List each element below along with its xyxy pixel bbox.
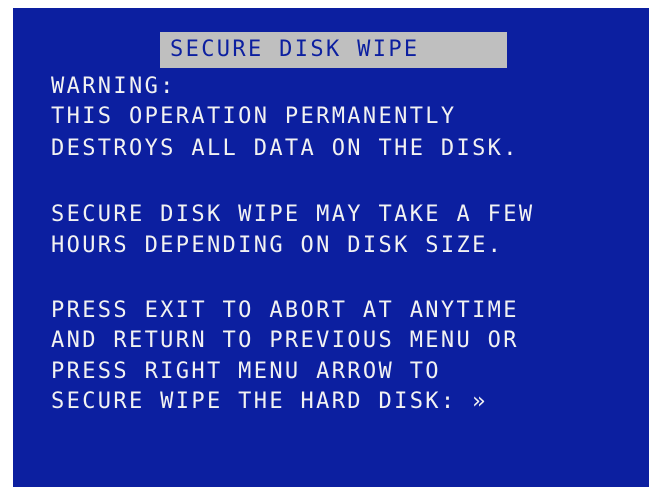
instruction-line-3: PRESS RIGHT MENU ARROW TO (51, 359, 441, 384)
warning-line-1: THIS OPERATION PERMANENTLY (51, 104, 457, 129)
warning-line-2: DESTROYS ALL DATA ON THE DISK. (51, 136, 519, 161)
duration-line-2: HOURS DEPENDING ON DISK SIZE. (51, 233, 504, 258)
confirm-prompt[interactable]: SECURE WIPE THE HARD DISK: » (51, 389, 488, 415)
instruction-line-2: AND RETURN TO PREVIOUS MENU OR (51, 328, 519, 353)
duration-line-1: SECURE DISK WIPE MAY TAKE A FEW (51, 202, 535, 227)
instruction-line-1: PRESS EXIT TO ABORT AT ANYTIME (51, 298, 519, 323)
warning-label: WARNING: (51, 74, 176, 99)
screen-title: SECURE DISK WIPE (170, 37, 420, 62)
